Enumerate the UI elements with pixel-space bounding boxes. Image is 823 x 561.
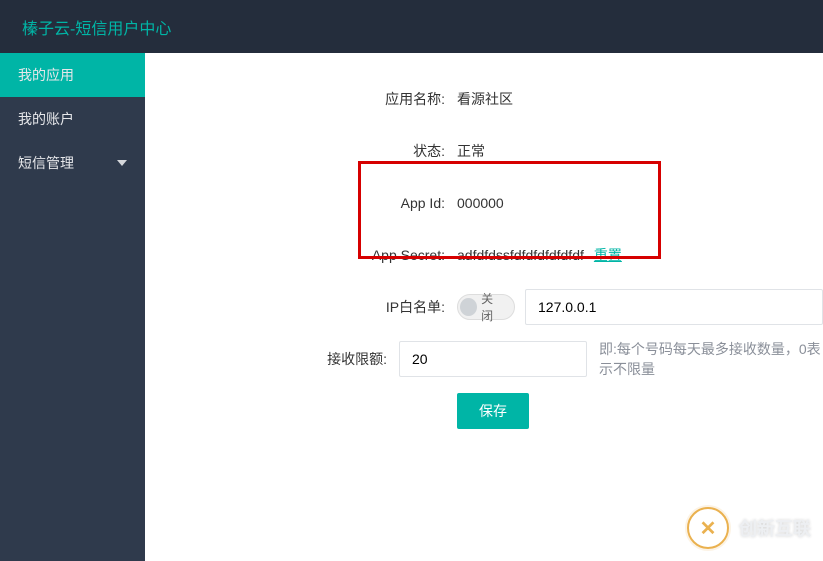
row-status: 状态: 正常: [145, 125, 823, 177]
value-status: 正常: [457, 141, 485, 161]
logo-text: 创新互联: [739, 515, 811, 541]
ip-whitelist-toggle[interactable]: 关闭: [457, 294, 515, 320]
value-app-name: 看源社区: [457, 89, 513, 109]
label-recv-limit: 接收限额:: [145, 349, 399, 369]
label-status: 状态:: [145, 141, 457, 161]
sidebar-item-label: 我的账户: [18, 109, 74, 129]
app-header: 榛子云-短信用户中心: [0, 0, 823, 53]
toggle-knob-icon: [460, 298, 477, 316]
sidebar: 我的应用 我的账户 短信管理: [0, 53, 145, 561]
sidebar-item-my-apps[interactable]: 我的应用: [0, 53, 145, 97]
ip-whitelist-input[interactable]: [525, 289, 823, 325]
row-app-secret: App Secret: adfdfdssfdfdfdfdfdfdf 重置: [145, 229, 823, 281]
sidebar-item-sms-manage[interactable]: 短信管理: [0, 141, 145, 185]
chevron-down-icon: [117, 160, 127, 166]
label-app-secret: App Secret:: [145, 247, 457, 263]
save-button[interactable]: 保存: [457, 393, 529, 429]
reset-secret-link[interactable]: 重置: [594, 245, 622, 265]
header-title: 榛子云-短信用户中心: [22, 15, 171, 39]
label-app-id: App Id:: [145, 195, 457, 211]
main-content: 应用名称: 看源社区 状态: 正常 App Id: 000000 App Sec…: [145, 53, 823, 561]
sidebar-item-my-account[interactable]: 我的账户: [0, 97, 145, 141]
branding-logo: ✕ 创新互联: [687, 507, 811, 549]
main-container: 我的应用 我的账户 短信管理 应用名称: 看源社区 状态: 正常 App Id:…: [0, 53, 823, 561]
value-app-secret: adfdfdssfdfdfdfdfdfdf: [457, 247, 584, 263]
row-recv-limit: 接收限额: 即:每个号码每天最多接收数量，0表示不限量: [145, 333, 823, 385]
logo-mark-icon: ✕: [687, 507, 729, 549]
label-ip-whitelist: IP白名单:: [145, 297, 457, 317]
recv-limit-hint: 即:每个号码每天最多接收数量，0表示不限量: [599, 339, 823, 379]
recv-limit-input[interactable]: [399, 341, 587, 377]
row-app-id: App Id: 000000: [145, 177, 823, 229]
row-ip-whitelist: IP白名单: 关闭: [145, 281, 823, 333]
toggle-state-text: 关闭: [481, 290, 504, 324]
row-app-name: 应用名称: 看源社区: [145, 73, 823, 125]
sidebar-item-label: 短信管理: [18, 153, 74, 173]
value-app-id: 000000: [457, 195, 504, 211]
row-actions: 保存: [145, 393, 823, 429]
sidebar-item-label: 我的应用: [18, 65, 74, 85]
label-app-name: 应用名称:: [145, 89, 457, 109]
